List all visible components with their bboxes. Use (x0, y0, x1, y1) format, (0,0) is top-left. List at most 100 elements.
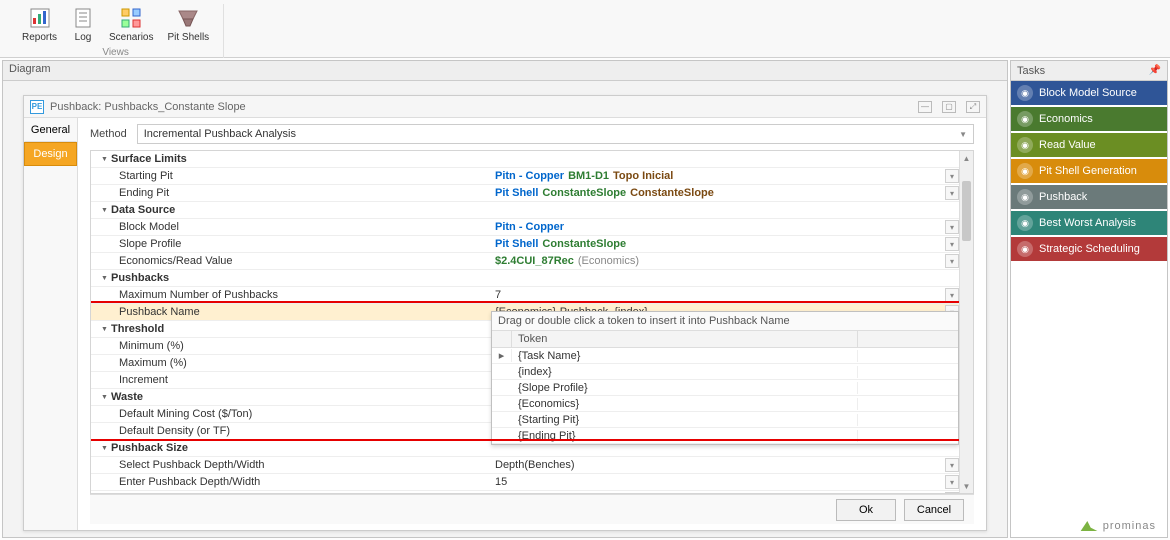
task-icon: ◉ (1017, 137, 1033, 153)
max-pushbacks-label: Maximum Number of Pushbacks (91, 289, 491, 301)
task-icon: ◉ (1017, 163, 1033, 179)
section-pushback-size[interactable]: Pushback Size (111, 442, 188, 454)
section-data-source[interactable]: Data Source (111, 204, 175, 216)
section-surface-limits[interactable]: Surface Limits (111, 153, 187, 165)
prominas-logo: prominas (1079, 516, 1156, 536)
task-item[interactable]: ◉ Pit Shell Generation (1011, 159, 1167, 183)
token-row[interactable]: {Ending Pit} (492, 428, 958, 444)
side-tabs: General Design (24, 118, 78, 530)
task-icon: ◉ (1017, 215, 1033, 231)
econ-read-label: Economics/Read Value (91, 255, 491, 267)
token-row[interactable]: {Slope Profile} (492, 380, 958, 396)
expand-button[interactable]: ⤢ (966, 101, 980, 113)
chevron-down-icon[interactable]: ▾ (945, 186, 959, 200)
chevron-down-icon[interactable]: ▾ (945, 220, 959, 234)
ok-button[interactable]: Ok (836, 499, 896, 521)
task-label: Economics (1039, 113, 1093, 125)
ribbon-group-views: Reports Log Scenarios Pit Shells Views (8, 4, 224, 58)
chevron-down-icon[interactable]: ▾ (945, 288, 959, 302)
token-row[interactable]: {index} (492, 364, 958, 380)
tasks-panel: Tasks 📌 ◉ Block Model Source ◉ Economics ◉ Re… (1010, 60, 1168, 538)
pushback-name-label: Pushback Name (91, 306, 491, 318)
method-select[interactable]: Incremental Pushback Analysis ▼ (137, 124, 974, 144)
ending-pit-value[interactable]: Pit ShellConstanteSlopeConstanteSlope▾ (491, 186, 959, 200)
chevron-down-icon[interactable]: ▾ (945, 254, 959, 268)
task-label: Block Model Source (1039, 87, 1137, 99)
block-model-label: Block Model (91, 221, 491, 233)
default-mining-cost-label: Default Mining Cost ($/Ton) (91, 408, 491, 420)
tasks-title: Tasks (1017, 65, 1045, 77)
section-waste[interactable]: Waste (111, 391, 143, 403)
token-row[interactable]: {Starting Pit} (492, 412, 958, 428)
slope-profile-label: Slope Profile (91, 238, 491, 250)
maximize-button[interactable]: ▢ (942, 101, 956, 113)
task-item[interactable]: ◉ Pushback (1011, 185, 1167, 209)
window-title: Pushback: Pushbacks_Constante Slope (50, 101, 908, 113)
task-icon: ◉ (1017, 85, 1033, 101)
max-pushbacks-value[interactable]: 7▾ (491, 288, 959, 302)
enter-depth-value[interactable]: 15▾ (491, 475, 959, 489)
scroll-up-icon[interactable]: ▲ (960, 151, 973, 165)
task-item[interactable]: ◉ Economics (1011, 107, 1167, 131)
max-pct-label: Maximum (%) (91, 357, 491, 369)
diagram-panel-header: Diagram (3, 61, 1007, 81)
scenarios-button[interactable]: Scenarios (105, 4, 157, 45)
minimize-button[interactable]: — (918, 101, 932, 113)
pe-icon: PE (30, 100, 44, 114)
starting-pit-label: Starting Pit (91, 170, 491, 182)
select-depth-value[interactable]: Depth(Benches)▾ (491, 458, 959, 472)
tab-general[interactable]: General (24, 118, 77, 142)
token-hint: Drag or double click a token to insert i… (492, 312, 958, 331)
tab-design[interactable]: Design (24, 142, 77, 166)
increment-label: Increment (91, 374, 491, 386)
task-item[interactable]: ◉ Block Model Source (1011, 81, 1167, 105)
chevron-down-icon[interactable]: ▾ (945, 492, 959, 493)
chevron-down-icon[interactable]: ▾ (945, 475, 959, 489)
log-button[interactable]: Log (67, 4, 99, 45)
ribbon: Reports Log Scenarios Pit Shells Views (0, 0, 1170, 58)
task-item[interactable]: ◉ Strategic Scheduling (1011, 237, 1167, 261)
reports-button[interactable]: Reports (18, 4, 61, 45)
task-label: Pushback (1039, 191, 1087, 203)
econ-read-value[interactable]: $2.4CUI_87Rec(Economics)▾ (491, 254, 959, 268)
block-model-value[interactable]: Pitn - Copper▾ (491, 220, 959, 234)
pin-icon[interactable]: 📌 (1149, 65, 1161, 76)
slope-profile-value[interactable]: Pit ShellConstanteSlope▾ (491, 237, 959, 251)
token-row[interactable]: ▸{Task Name} (492, 348, 958, 364)
scroll-thumb[interactable] (962, 181, 971, 241)
task-icon: ◉ (1017, 189, 1033, 205)
pushback-window: PE Pushback: Pushbacks_Constante Slope —… (23, 95, 987, 531)
starting-pit-value[interactable]: Pitn - CopperBM1-D1Topo Inicial▾ (491, 169, 959, 183)
token-column-header: Token (512, 331, 858, 347)
token-dropdown[interactable]: Drag or double click a token to insert i… (491, 311, 959, 445)
pitshells-button[interactable]: Pit Shells (163, 4, 213, 45)
task-label: Pit Shell Generation (1039, 165, 1137, 177)
task-label: Read Value (1039, 139, 1096, 151)
section-pushbacks[interactable]: Pushbacks (111, 272, 169, 284)
chevron-down-icon[interactable]: ▾ (945, 458, 959, 472)
min-size-value[interactable]: 312565▾ (491, 492, 959, 493)
chevron-down-icon[interactable]: ▾ (945, 237, 959, 251)
cancel-button[interactable]: Cancel (904, 499, 964, 521)
vertical-scrollbar[interactable]: ▲ ▼ (959, 151, 973, 493)
token-row[interactable]: {Economics} (492, 396, 958, 412)
task-label: Strategic Scheduling (1039, 243, 1140, 255)
chevron-down-icon[interactable]: ▾ (945, 169, 959, 183)
method-label: Method (90, 128, 127, 140)
enter-depth-label: Enter Pushback Depth/Width (91, 476, 491, 488)
task-label: Best Worst Analysis (1039, 217, 1136, 229)
task-item[interactable]: ◉ Read Value (1011, 133, 1167, 157)
task-icon: ◉ (1017, 241, 1033, 257)
section-threshold[interactable]: Threshold (111, 323, 164, 335)
task-item[interactable]: ◉ Best Worst Analysis (1011, 211, 1167, 235)
diagram-panel: Diagram PE Pushback: Pushbacks_Constante… (2, 60, 1008, 538)
property-grid: ▼Surface Limits Starting PitPitn - Coppe… (90, 150, 974, 494)
chevron-down-icon: ▼ (959, 130, 967, 139)
ending-pit-label: Ending Pit (91, 187, 491, 199)
select-depth-label: Select Pushback Depth/Width (91, 459, 491, 471)
ribbon-group-label: Views (102, 47, 129, 58)
default-density-label: Default Density (or TF) (91, 425, 491, 437)
task-icon: ◉ (1017, 111, 1033, 127)
min-pct-label: Minimum (%) (91, 340, 491, 352)
scroll-down-icon[interactable]: ▼ (960, 479, 973, 493)
